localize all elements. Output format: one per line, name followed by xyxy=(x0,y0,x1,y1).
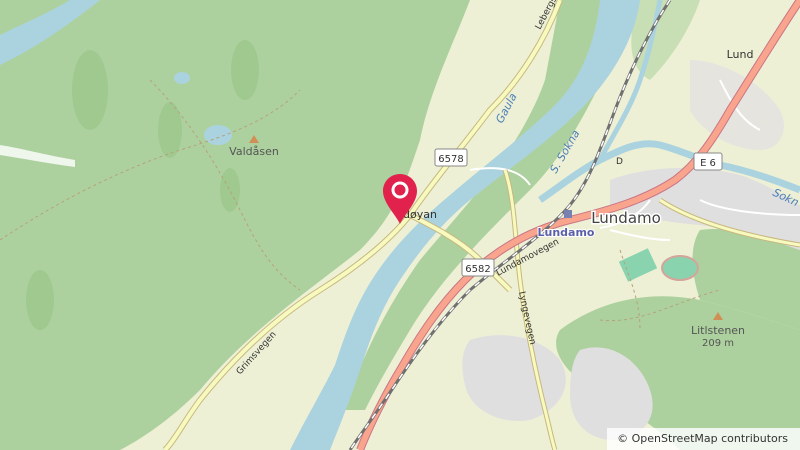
place-label-lundamo: Lundamo xyxy=(591,209,661,227)
map-view[interactable]: 6578 6582 E 6 Valdåsen Lund Lundamo Lund… xyxy=(0,0,800,450)
running-track xyxy=(661,255,699,281)
route-shield-e6: E 6 xyxy=(693,152,723,171)
route-shield-6578: 6578 xyxy=(434,148,468,167)
map-attribution[interactable]: © OpenStreetMap contributors xyxy=(607,428,800,450)
place-label-litlstenen: Litlstenen xyxy=(691,324,745,337)
map-pin-icon xyxy=(383,174,417,224)
route-number: E 6 xyxy=(700,158,716,169)
location-marker[interactable] xyxy=(381,173,419,225)
peak-elevation: 209 m xyxy=(702,338,734,349)
pond xyxy=(204,125,232,145)
route-number: 6582 xyxy=(465,264,490,275)
place-label-valdasen: Valdåsen xyxy=(229,145,279,158)
route-shield-6582: 6582 xyxy=(461,258,495,277)
route-number: 6578 xyxy=(438,154,463,165)
station-icon xyxy=(564,210,572,218)
place-label-lund: Lund xyxy=(727,48,754,61)
road-label-d: D xyxy=(616,157,623,167)
pond xyxy=(174,72,190,84)
map-canvas[interactable]: 6578 6582 E 6 Valdåsen Lund Lundamo Lund… xyxy=(0,0,800,450)
station-label-lundamo: Lundamo xyxy=(538,226,595,239)
